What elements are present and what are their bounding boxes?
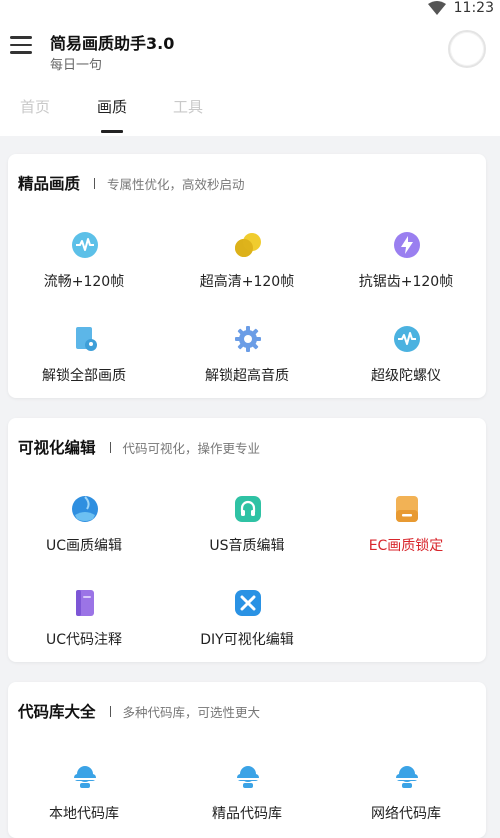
item-label: 超高清+120帧: [199, 274, 295, 290]
item-label: 精品代码库: [212, 806, 282, 822]
item-label: US音质编辑: [209, 538, 285, 554]
cloud-icon: [396, 766, 418, 788]
active-tab-indicator: [101, 130, 123, 133]
section-header: 代码库大全 多种代码库，可选性更大: [18, 700, 260, 722]
item-uc-code-comment[interactable]: UC代码注释: [9, 589, 159, 659]
menu-icon-line: [10, 51, 32, 54]
status-time: 11:23: [453, 0, 494, 16]
card-icon: [396, 496, 418, 522]
item-unlock-all-quality[interactable]: 解锁全部画质: [9, 325, 159, 395]
item-label: 本地代码库: [49, 806, 119, 822]
pulse-icon: [72, 232, 98, 258]
item-antialias-120fps[interactable]: 抗锯齿+120帧: [331, 231, 481, 301]
app-title: 简易画质助手3.0: [50, 34, 175, 53]
tools-icon: [235, 590, 261, 616]
section-visual-edit: 可视化编辑 代码可视化，操作更专业 UC画质编辑 US音质编辑 EC画质锁定 U…: [8, 418, 486, 662]
section-header: 可视化编辑 代码可视化，操作更专业: [18, 436, 260, 458]
app-bar: 简易画质助手3.0 每日一句: [0, 18, 500, 80]
section-divider: [94, 177, 96, 189]
file-location-icon: [76, 327, 97, 351]
tab-home[interactable]: 首页: [20, 96, 50, 117]
headphones-icon: [235, 496, 261, 522]
header-area: 11:23 简易画质助手3.0 每日一句 首页 画质 工具: [0, 0, 500, 136]
cloud-icon: [237, 766, 259, 788]
menu-icon-line: [10, 36, 32, 39]
item-unlock-hq-audio[interactable]: 解锁超高音质: [172, 325, 322, 395]
app-subtitle: 每日一句: [50, 58, 103, 73]
status-bar: 11:23: [0, 0, 500, 18]
item-local-code-library[interactable]: 本地代码库: [9, 763, 159, 833]
item-label: 抗锯齿+120帧: [358, 274, 454, 290]
menu-icon-line: [10, 43, 32, 47]
section-code-library: 代码库大全 多种代码库，可选性更大 本地代码库 精品代码库 网络代码库: [8, 682, 486, 838]
tab-quality[interactable]: 画质: [97, 96, 127, 117]
avatar[interactable]: [448, 30, 486, 68]
item-label: 网络代码库: [371, 806, 441, 822]
cloud-icon: [74, 766, 96, 788]
gear-icon: [235, 326, 261, 352]
item-smooth-120fps[interactable]: 流畅+120帧: [9, 231, 159, 301]
section-subtitle: 专属性优化，高效秒启动: [107, 176, 245, 192]
pulse-icon: [394, 326, 420, 352]
item-label: 解锁超高音质: [205, 368, 289, 384]
item-premium-code-library[interactable]: 精品代码库: [172, 763, 322, 833]
item-super-gyroscope[interactable]: 超级陀螺仪: [331, 325, 481, 395]
item-label: 解锁全部画质: [42, 368, 126, 384]
section-divider: [109, 705, 111, 717]
section-title: 精品画质: [18, 175, 81, 193]
wifi-icon: [427, 1, 446, 15]
section-subtitle: 代码可视化，操作更专业: [122, 440, 261, 456]
menu-button[interactable]: [8, 32, 34, 58]
coins-icon: [235, 233, 261, 257]
section-header: 精品画质 专属性优化，高效秒启动: [18, 172, 245, 194]
section-divider: [109, 441, 111, 453]
item-label: EC画质锁定: [368, 538, 444, 554]
book-icon: [76, 590, 94, 616]
item-label: 超级陀螺仪: [371, 368, 441, 384]
item-uc-quality-edit[interactable]: UC画质编辑: [9, 495, 159, 565]
item-uhd-120fps[interactable]: 超高清+120帧: [172, 231, 322, 301]
item-label: 流畅+120帧: [43, 274, 125, 290]
section-title: 可视化编辑: [18, 439, 96, 457]
section-subtitle: 多种代码库，可选性更大: [122, 704, 261, 720]
item-label: UC画质编辑: [45, 538, 123, 554]
section-premium-quality: 精品画质 专属性优化，高效秒启动 流畅+120帧 超高清+120帧 抗锯齿+12…: [8, 154, 486, 398]
tab-tools[interactable]: 工具: [173, 96, 203, 117]
item-network-code-library[interactable]: 网络代码库: [331, 763, 481, 833]
tab-bar: 首页 画质 工具: [0, 96, 500, 136]
item-label: DIY可视化编辑: [200, 632, 294, 648]
item-us-audio-edit[interactable]: US音质编辑: [172, 495, 322, 565]
lightning-icon: [394, 232, 420, 258]
globe-icon: [72, 496, 98, 522]
item-diy-visual-edit[interactable]: DIY可视化编辑: [172, 589, 322, 659]
item-ec-quality-lock[interactable]: EC画质锁定: [331, 495, 481, 565]
section-title: 代码库大全: [18, 703, 96, 721]
item-label: UC代码注释: [45, 632, 123, 648]
